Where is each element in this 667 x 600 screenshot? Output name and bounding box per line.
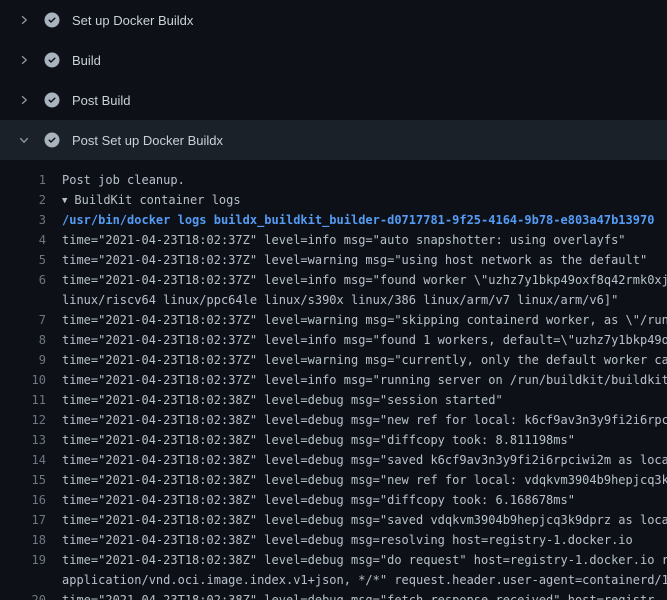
log-line-text: time="2021-04-23T18:02:37Z" level=warnin… [62, 353, 667, 367]
step-header-post-build[interactable]: Post Build [0, 80, 667, 120]
step-header-set-up-docker-buildx[interactable]: Set up Docker Buildx [0, 0, 667, 40]
log-line: 5 ▼time="2021-04-23T18:02:37Z" level=war… [0, 250, 667, 270]
log-line: 14 ▼time="2021-04-23T18:02:38Z" level=de… [0, 450, 667, 470]
log-line: ▼application/vnd.oci.image.index.v1+json… [0, 570, 667, 590]
actions-log-viewer: Set up Docker Buildx Build Post Build [0, 0, 667, 600]
log-line-text: time="2021-04-23T18:02:37Z" level=info m… [62, 333, 667, 347]
log-line-number[interactable]: 1 [0, 170, 46, 190]
log-line-number[interactable]: 15 [0, 470, 46, 490]
check-circle-icon [44, 52, 60, 68]
log-line-text: time="2021-04-23T18:02:38Z" level=debug … [62, 513, 667, 527]
log-line: 17 ▼time="2021-04-23T18:02:38Z" level=de… [0, 510, 667, 530]
log-line-text: time="2021-04-23T18:02:37Z" level=info m… [62, 273, 667, 287]
log-line-number[interactable]: 7 [0, 310, 46, 330]
log-line: 4 ▼time="2021-04-23T18:02:37Z" level=inf… [0, 230, 667, 250]
log-line-number[interactable]: 9 [0, 350, 46, 370]
log-line: ▼linux/riscv64 linux/ppc64le linux/s390x… [0, 290, 667, 310]
log-line-text: time="2021-04-23T18:02:38Z" level=debug … [62, 553, 667, 567]
log-line: 2 ▼ BuildKit container logs [0, 190, 667, 210]
step-label: Post Set up Docker Buildx [72, 133, 223, 148]
log-line-number[interactable]: 13 [0, 430, 46, 450]
log-line-text: /usr/bin/docker logs buildx_buildkit_bui… [62, 213, 654, 227]
log-line-number[interactable] [0, 290, 46, 310]
log-line-number[interactable]: 16 [0, 490, 46, 510]
step-header-post-set-up-docker-buildx[interactable]: Post Set up Docker Buildx [0, 120, 667, 160]
chevron-down-icon[interactable] [16, 134, 32, 146]
check-circle-icon [44, 132, 60, 148]
chevron-right-icon[interactable] [16, 54, 32, 66]
log-line-text: time="2021-04-23T18:02:38Z" level=debug … [62, 413, 667, 427]
log-line-number[interactable]: 18 [0, 530, 46, 550]
log-line-number[interactable]: 19 [0, 550, 46, 570]
log-line: 3 ▼/usr/bin/docker logs buildx_buildkit_… [0, 210, 667, 230]
step-label: Post Build [72, 93, 131, 108]
log-line-text: time="2021-04-23T18:02:38Z" level=debug … [62, 533, 633, 547]
log-line-text: time="2021-04-23T18:02:37Z" level=info m… [62, 373, 667, 387]
log-line-number[interactable]: 8 [0, 330, 46, 350]
log-line: 15 ▼time="2021-04-23T18:02:38Z" level=de… [0, 470, 667, 490]
step-label: Set up Docker Buildx [72, 13, 193, 28]
log-lines: 1 ▼Post job cleanup. 2 ▼ BuildKit contain… [0, 160, 667, 600]
log-line-text: time="2021-04-23T18:02:38Z" level=debug … [62, 473, 667, 487]
log-line-number[interactable]: 4 [0, 230, 46, 250]
chevron-right-icon[interactable] [16, 94, 32, 106]
chevron-right-icon[interactable] [16, 14, 32, 26]
log-line-text: time="2021-04-23T18:02:37Z" level=warnin… [62, 313, 667, 327]
log-line-text: time="2021-04-23T18:02:38Z" level=debug … [62, 433, 575, 447]
log-line: 6 ▼time="2021-04-23T18:02:37Z" level=inf… [0, 270, 667, 290]
log-line-text: application/vnd.oci.image.index.v1+json,… [62, 573, 667, 587]
log-line-number[interactable]: 10 [0, 370, 46, 390]
log-line-number[interactable]: 12 [0, 410, 46, 430]
log-line-text: time="2021-04-23T18:02:38Z" level=debug … [62, 453, 667, 467]
step-header-build[interactable]: Build [0, 40, 667, 80]
log-line: 18 ▼time="2021-04-23T18:02:38Z" level=de… [0, 530, 667, 550]
log-line: 8 ▼time="2021-04-23T18:02:37Z" level=inf… [0, 330, 667, 350]
log-line-number[interactable]: 5 [0, 250, 46, 270]
log-line-text: Post job cleanup. [62, 173, 185, 187]
log-line-text: time="2021-04-23T18:02:38Z" level=debug … [62, 393, 503, 407]
log-line-text: time="2021-04-23T18:02:37Z" level=info m… [62, 233, 626, 247]
log-line: 9 ▼time="2021-04-23T18:02:37Z" level=war… [0, 350, 667, 370]
log-line: 11 ▼time="2021-04-23T18:02:38Z" level=de… [0, 390, 667, 410]
step-label: Build [72, 53, 101, 68]
log-line-text: time="2021-04-23T18:02:37Z" level=warnin… [62, 253, 647, 267]
check-circle-icon [44, 12, 60, 28]
log-line: 13 ▼time="2021-04-23T18:02:38Z" level=de… [0, 430, 667, 450]
log-line-text: time="2021-04-23T18:02:38Z" level=debug … [62, 493, 575, 507]
log-line: 10 ▼time="2021-04-23T18:02:37Z" level=in… [0, 370, 667, 390]
check-circle-icon [44, 92, 60, 108]
log-line: 7 ▼time="2021-04-23T18:02:37Z" level=war… [0, 310, 667, 330]
log-line-number[interactable]: 3 [0, 210, 46, 230]
log-line: 20 ▼time="2021-04-23T18:02:38Z" level=de… [0, 590, 667, 600]
log-line: 16 ▼time="2021-04-23T18:02:38Z" level=de… [0, 490, 667, 510]
log-line: 19 ▼time="2021-04-23T18:02:38Z" level=de… [0, 550, 667, 570]
log-line: 12 ▼time="2021-04-23T18:02:38Z" level=de… [0, 410, 667, 430]
step-list: Set up Docker Buildx Build Post Build [0, 0, 667, 160]
log-line-number[interactable]: 17 [0, 510, 46, 530]
log-line: 1 ▼Post job cleanup. [0, 170, 667, 190]
log-line-text: time="2021-04-23T18:02:38Z" level=debug … [62, 593, 654, 600]
log-line-text: linux/riscv64 linux/ppc64le linux/s390x … [62, 293, 618, 307]
log-group-caret-icon[interactable]: ▼ [62, 196, 67, 206]
log-line-text: BuildKit container logs [74, 193, 240, 207]
log-line-number[interactable]: 14 [0, 450, 46, 470]
log-line-number[interactable] [0, 570, 46, 590]
log-line-number[interactable]: 11 [0, 390, 46, 410]
log-line-number[interactable]: 20 [0, 590, 46, 600]
log-line-number[interactable]: 6 [0, 270, 46, 290]
log-line-number[interactable]: 2 [0, 190, 46, 210]
